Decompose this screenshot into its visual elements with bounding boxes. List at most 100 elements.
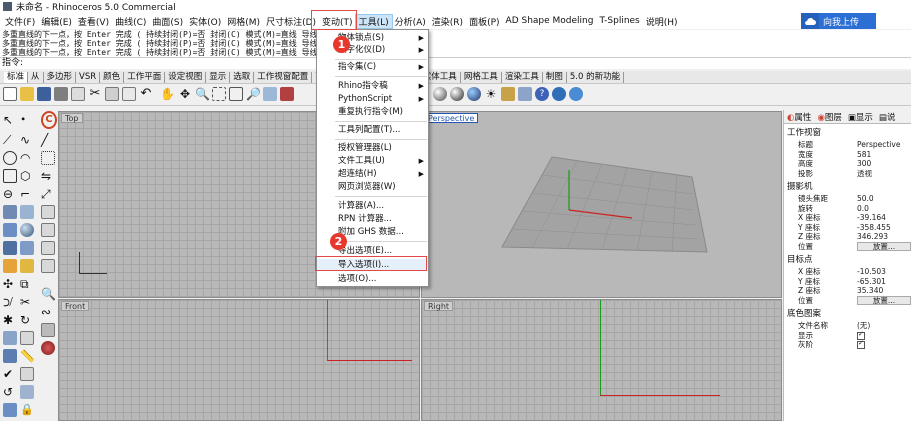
select-arrow-icon[interactable]: ↖ [3, 113, 17, 127]
material-icon[interactable] [41, 341, 55, 355]
help-icon[interactable]: ? [535, 87, 549, 101]
rotate-view-icon[interactable]: ✥ [178, 87, 192, 101]
mirror-icon[interactable]: ⇋ [41, 169, 55, 183]
render-tool-icon[interactable] [41, 323, 55, 337]
render-icon[interactable] [467, 87, 481, 101]
layout-icon[interactable] [41, 259, 55, 273]
ungroup-icon[interactable] [20, 331, 34, 345]
curve-icon[interactable]: ∿ [20, 133, 34, 147]
history-icon[interactable]: ↺ [3, 385, 17, 399]
layer-icon[interactable] [501, 87, 515, 101]
target-place-button[interactable]: 放置... [857, 295, 911, 305]
menu-item-toolbar-layout[interactable]: 工具列配置(T)... [317, 124, 428, 136]
options-icon[interactable] [552, 87, 566, 101]
tab-new-in-v5[interactable]: 5.0 的新功能 [567, 71, 625, 83]
loft-icon[interactable] [41, 205, 55, 219]
menu-item-license-manager[interactable]: 授权管理器(L) [317, 142, 428, 154]
explode-icon[interactable]: ✱ [3, 313, 17, 327]
surface-edge-icon[interactable] [20, 205, 34, 219]
rectangle-icon[interactable] [3, 169, 17, 183]
tab-display[interactable]: ▣显示 [845, 111, 876, 123]
copy-object-icon[interactable]: ⧉ [20, 277, 34, 291]
ellipse-icon[interactable]: ⊖ [3, 187, 17, 201]
menu-edit[interactable]: 编辑(E) [38, 15, 75, 28]
zoom-window-icon[interactable] [212, 87, 226, 101]
cut-icon[interactable]: ✂ [88, 87, 102, 101]
zoom-selected-icon[interactable]: 🔎 [246, 87, 261, 101]
menu-tools[interactable]: 工具(L) [354, 13, 393, 29]
hide-icon[interactable] [3, 403, 17, 417]
tab-vsr[interactable]: VSR [76, 71, 101, 83]
analyze-icon[interactable] [3, 349, 17, 363]
save-icon[interactable] [37, 87, 51, 101]
menu-mesh[interactable]: 网格(M) [224, 15, 263, 28]
box-icon[interactable] [3, 223, 17, 237]
grayscale-checkbox[interactable] [857, 339, 865, 349]
split-icon[interactable]: ✂ [20, 295, 34, 309]
array-icon[interactable] [41, 151, 55, 165]
tab-drafting[interactable]: 制图 [543, 71, 567, 83]
command-line[interactable]: 指令: [0, 58, 911, 69]
menu-t-splines[interactable]: T-Splines [596, 16, 642, 26]
menu-item-options[interactable]: 选项(O)... [317, 273, 428, 285]
viewport-label-top[interactable]: Top [61, 113, 83, 123]
tab-help[interactable]: ▤说 [876, 111, 899, 123]
scale-icon[interactable]: ⤢ [41, 187, 55, 201]
viewport-label-front[interactable]: Front [61, 301, 90, 311]
menu-panels[interactable]: 面板(P) [466, 15, 502, 28]
grid-icon[interactable] [280, 87, 294, 101]
lock-icon[interactable]: 🔒 [20, 403, 34, 417]
clipboard-icon[interactable] [122, 87, 136, 101]
group-icon[interactable] [3, 331, 17, 345]
menu-solid[interactable]: 实体(O) [186, 15, 224, 28]
point-icon[interactable]: ∙ [20, 113, 34, 127]
menu-ad-shape-modeling[interactable]: AD Shape Modeling [503, 16, 597, 26]
tab-layers[interactable]: ◉图层 [814, 111, 844, 123]
tab-polygon[interactable]: 多边形 [44, 71, 77, 83]
trim-icon[interactable]: ⟉ [3, 295, 17, 309]
undo-icon[interactable]: ↶ [139, 87, 153, 101]
menu-item-pythonscript[interactable]: PythonScript ▶ [317, 93, 428, 105]
tab-display[interactable]: 显示 [206, 71, 231, 83]
viewport-front[interactable]: Front [58, 299, 420, 421]
menu-help[interactable]: 说明(H) [643, 15, 681, 28]
rotate-icon[interactable]: ↻ [20, 313, 34, 327]
menu-item-rpn-calculator[interactable]: RPN 计算器... [317, 213, 428, 225]
circle-icon[interactable] [3, 151, 17, 165]
light-icon[interactable]: ☀ [484, 87, 498, 101]
polygon-icon[interactable]: ⬡ [20, 169, 34, 183]
circle-tool-icon[interactable]: C [41, 111, 57, 129]
tab-from[interactable]: 从 [28, 71, 44, 83]
camera-place-button[interactable]: 放置... [857, 241, 911, 251]
shade-icon[interactable] [433, 87, 447, 101]
text-icon[interactable] [20, 259, 34, 273]
zoom-extents-icon[interactable] [229, 87, 243, 101]
tab-viewport-layout[interactable]: 工作视窗配置 [254, 71, 313, 83]
polyline-icon[interactable]: ⟋ [3, 133, 17, 147]
tab-properties[interactable]: ◐属性 [784, 111, 814, 123]
print-icon[interactable] [54, 87, 68, 101]
zoom-icon[interactable]: 🔍 [195, 87, 210, 101]
tab-render-tools[interactable]: 渲染工具 [502, 71, 543, 83]
menu-file[interactable]: 文件(F) [2, 15, 38, 28]
arc-icon[interactable]: ◠ [20, 151, 34, 165]
viewport-label-perspective[interactable]: Perspective [424, 113, 479, 123]
surface-icon[interactable] [3, 205, 17, 219]
menu-item-file-utilities[interactable]: 文件工具(U) ▶ [317, 155, 428, 167]
menu-item-repeat-command[interactable]: 重复执行指令(M) [317, 106, 428, 118]
cplane-icon[interactable] [263, 87, 277, 101]
menu-item-hyperlink[interactable]: 超连结(H) ▶ [317, 168, 428, 180]
render-preview-icon[interactable] [450, 87, 464, 101]
cylinder-icon[interactable] [41, 223, 55, 237]
menu-item-command-sets[interactable]: 指令集(C) ▶ [317, 61, 428, 73]
menu-curve[interactable]: 曲线(C) [112, 15, 149, 28]
tab-set-view[interactable]: 设定视图 [165, 71, 207, 83]
menu-item-rhinoscript[interactable]: Rhino指令稿 ▶ [317, 80, 428, 92]
settings-icon[interactable] [569, 87, 583, 101]
menu-view[interactable]: 查看(V) [75, 15, 112, 28]
sphere-icon[interactable] [20, 223, 34, 237]
open-file-icon[interactable] [20, 87, 34, 101]
measure-icon[interactable]: 📏 [20, 349, 35, 363]
paste-icon[interactable] [105, 87, 119, 101]
zoom-tool-icon[interactable]: 🔍 [41, 287, 56, 301]
